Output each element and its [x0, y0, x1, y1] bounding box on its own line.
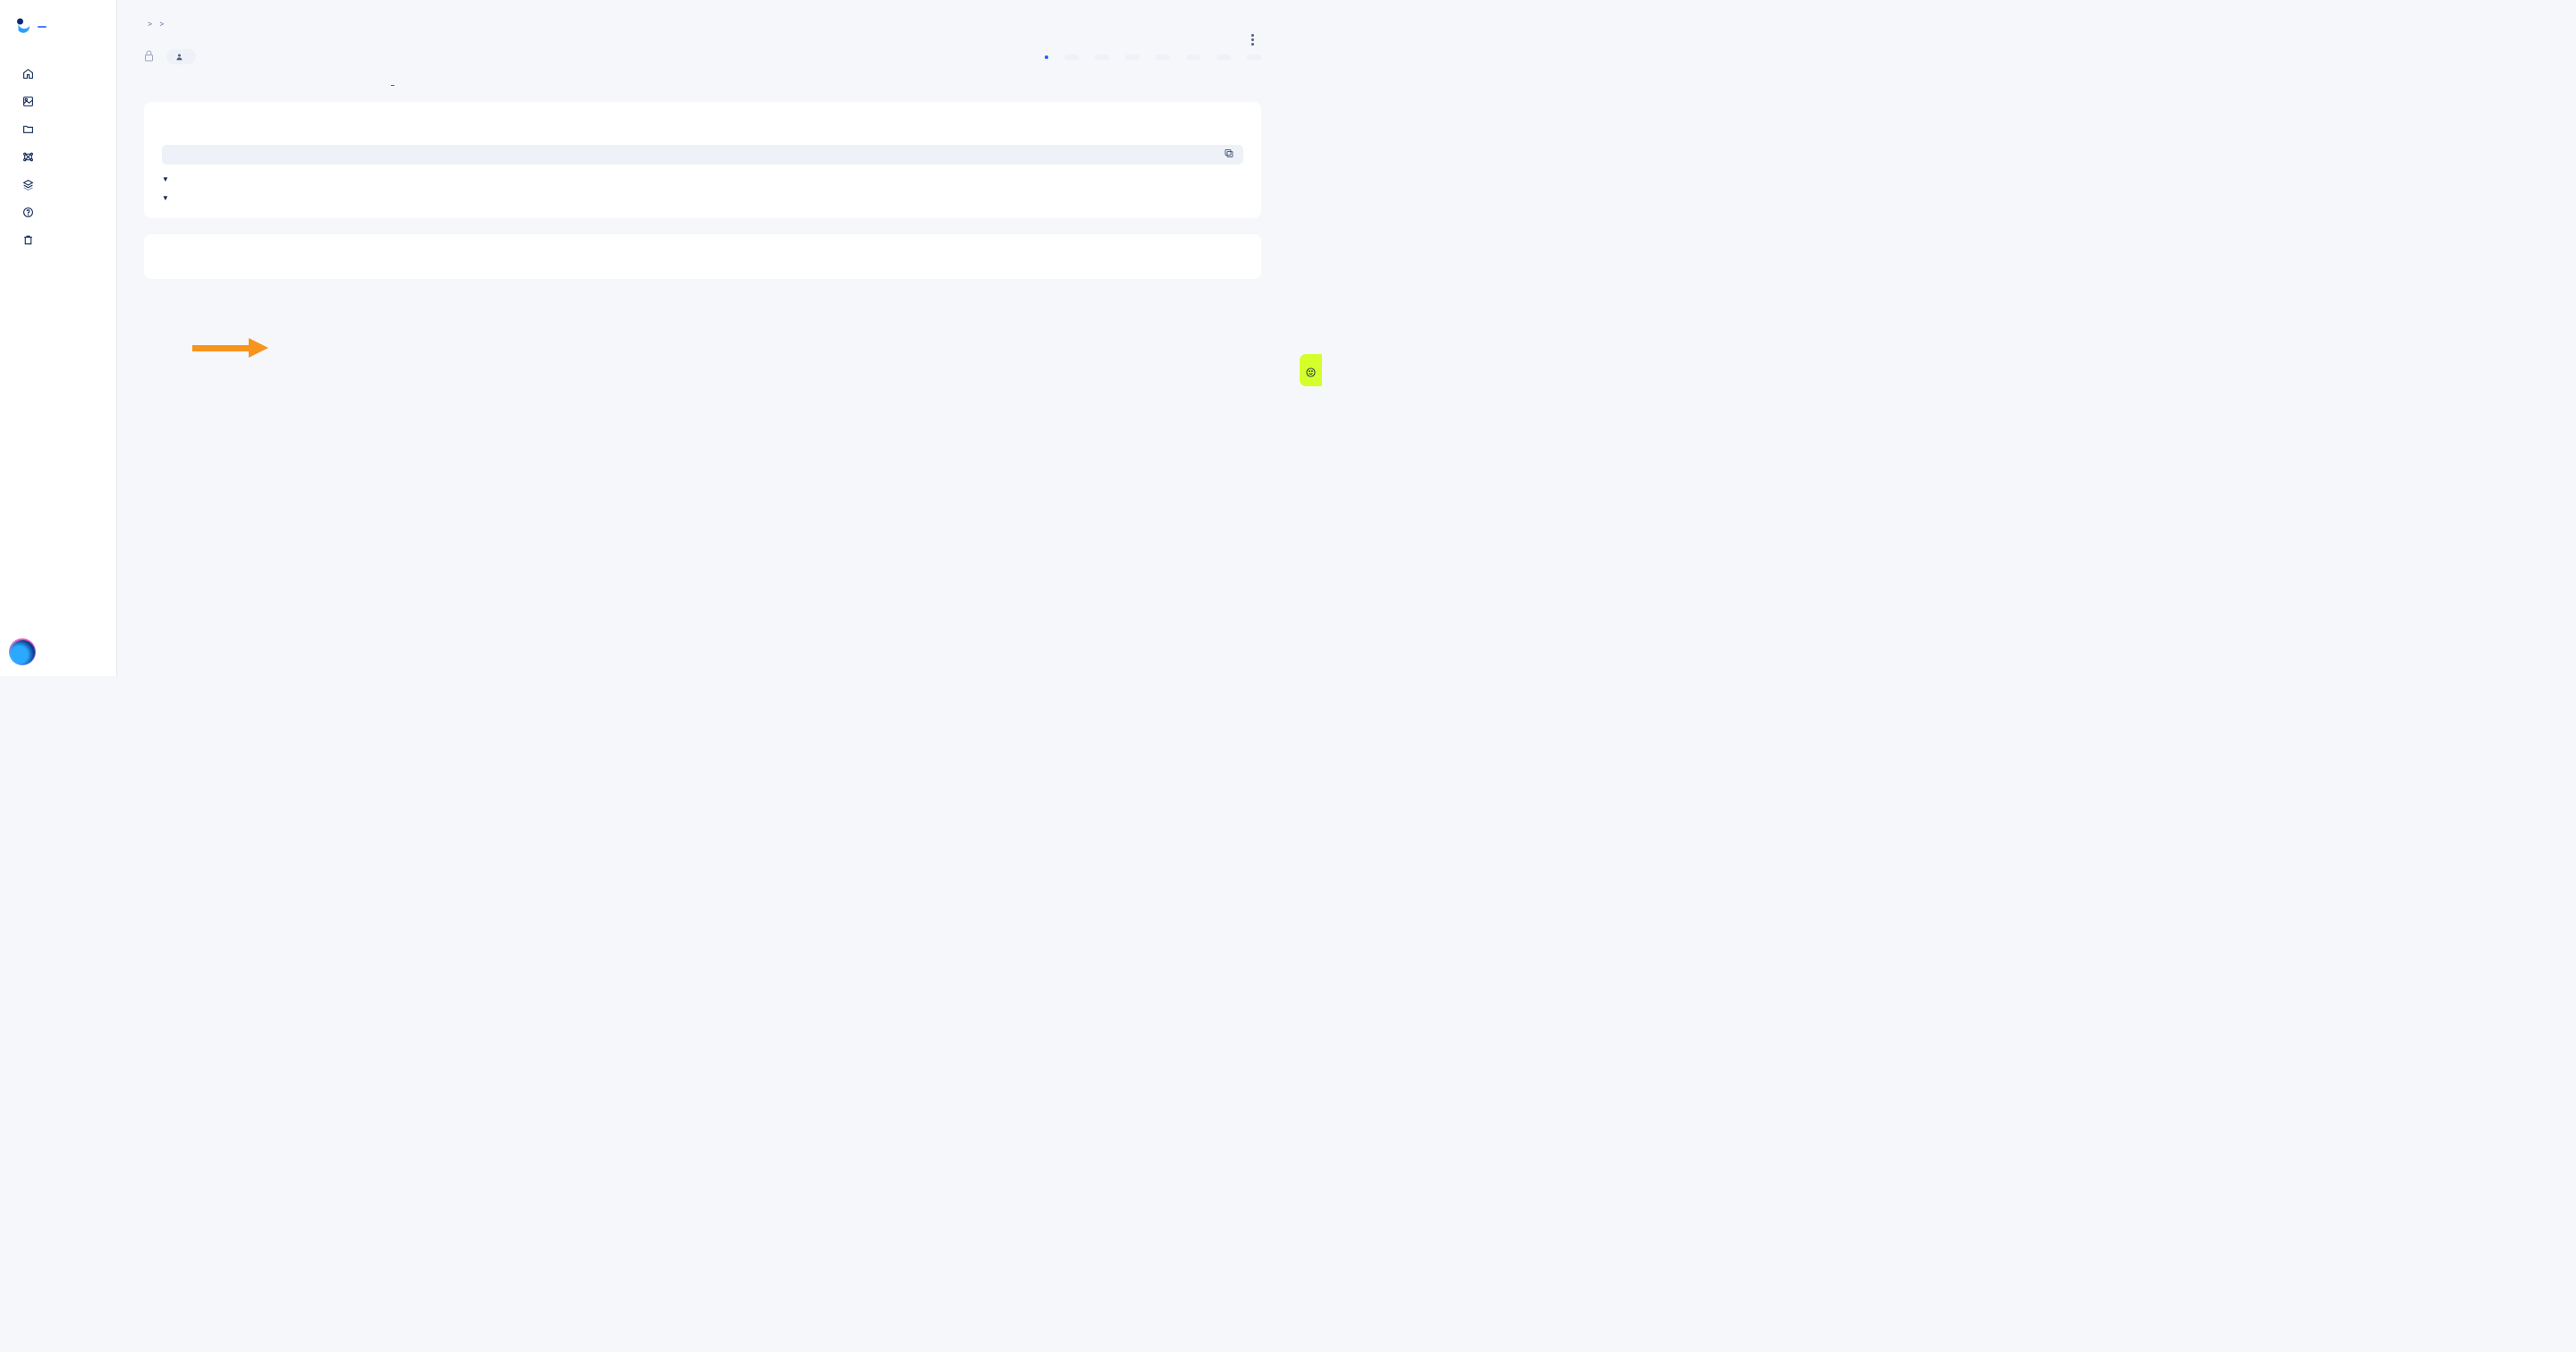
brand-logo[interactable]: [0, 0, 116, 46]
sidebar-item-models[interactable]: [0, 143, 116, 171]
sidebar-item-datasets[interactable]: [0, 88, 116, 115]
meta-val: [1186, 55, 1200, 60]
export-card: [144, 234, 1261, 279]
support-icon: [22, 207, 34, 218]
sidebar-item-support[interactable]: [0, 199, 116, 226]
avatar: [9, 638, 36, 665]
person-icon: [175, 53, 183, 61]
meta-val: [1156, 55, 1170, 60]
example-response-toggle[interactable]: ▼: [162, 194, 1243, 202]
feedback-tab[interactable]: [1300, 354, 1322, 386]
sidebar-item-projects[interactable]: [0, 115, 116, 143]
ultralytics-logo-icon: [16, 18, 30, 34]
integrations-icon: [22, 179, 34, 190]
caret-down-icon: ▼: [162, 175, 169, 183]
home-icon: [22, 68, 34, 80]
meta-val: [1125, 55, 1140, 60]
projects-icon: [22, 123, 34, 135]
tab-preview[interactable]: [316, 76, 319, 86]
tabs: [144, 76, 1261, 86]
tab-train[interactable]: [165, 76, 169, 86]
tab-deploy[interactable]: [391, 76, 394, 86]
tab-charts[interactable]: [241, 76, 244, 86]
copy-icon: [1224, 148, 1234, 159]
owner-pill[interactable]: [166, 49, 196, 64]
meta-val: [1064, 55, 1079, 60]
example-request-toggle[interactable]: ▼: [162, 175, 1243, 183]
smile-icon: [1306, 368, 1316, 377]
meta-val: [1247, 55, 1261, 60]
sidebar-item-integrations[interactable]: [0, 171, 116, 199]
beta-badge: [38, 26, 47, 28]
sidebar-item-home[interactable]: [0, 60, 116, 88]
api-url-box: [162, 145, 1243, 165]
sidebar-nav: [0, 46, 116, 267]
more-menu-button[interactable]: [1251, 34, 1254, 47]
caret-down-icon: ▼: [162, 194, 169, 202]
meta-val: [1216, 55, 1231, 60]
dots-vertical-icon: [1251, 34, 1254, 46]
sidebar-item-trash[interactable]: [0, 226, 116, 254]
copy-button[interactable]: [1224, 148, 1234, 162]
meta-val: [1095, 55, 1109, 60]
status-dot: [1045, 55, 1048, 59]
model-meta-row: [144, 49, 1261, 64]
main-content: > >: [117, 0, 1288, 676]
sidebar: [0, 0, 117, 676]
inference-api-card: ▼ ▼: [144, 102, 1261, 218]
breadcrumb: > >: [144, 20, 1261, 30]
lock-icon: [144, 50, 154, 64]
trash-icon: [22, 234, 34, 246]
sidebar-user[interactable]: [9, 638, 44, 665]
datasets-icon: [22, 96, 34, 107]
models-icon: [22, 151, 34, 163]
